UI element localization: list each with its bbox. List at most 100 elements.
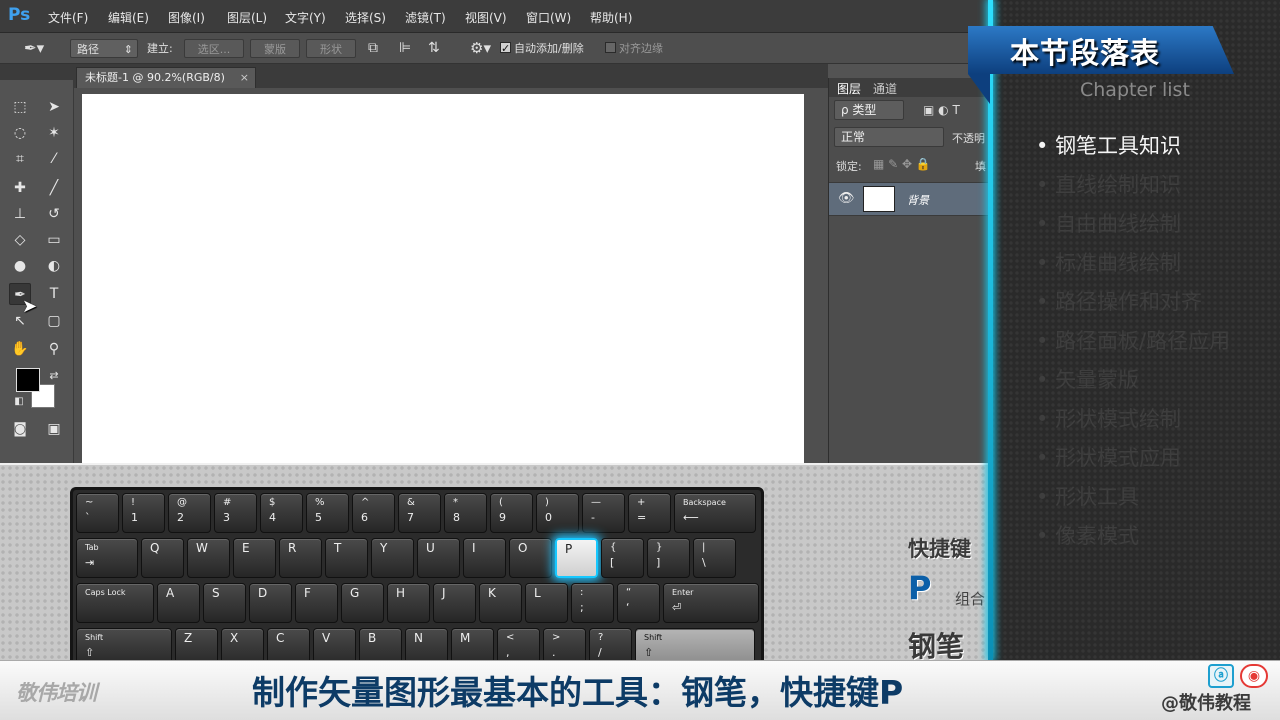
- key-u: U: [417, 538, 460, 578]
- align-edges-checkbox[interactable]: 对齐边缘: [605, 39, 663, 58]
- key-i: I: [463, 538, 506, 578]
- key-label: <: [506, 632, 515, 643]
- eye-icon[interactable]: 👁: [838, 191, 855, 206]
- key-sub-label: ⏎: [672, 601, 682, 614]
- rectangle-tool-icon[interactable]: ▢: [43, 310, 65, 332]
- key-sub-label: ‘: [626, 601, 630, 614]
- key-s: S: [203, 583, 246, 623]
- brush-tool-icon[interactable]: ╱: [43, 177, 65, 199]
- key-label: P: [565, 542, 573, 556]
- key-label: ?: [598, 632, 604, 643]
- move-tool-icon[interactable]: ➤: [43, 96, 65, 118]
- menu-image[interactable]: 图像(I): [168, 9, 205, 26]
- blend-mode-select[interactable]: 正常: [834, 127, 944, 147]
- auto-add-delete-label: 自动添加/删除: [514, 42, 584, 55]
- type-tool-icon[interactable]: T: [43, 283, 65, 305]
- keyboard-overlay: ~ `! 1 @2 #3 $4% 5 ^ 6 & 7 * 8(9) 0— - + = Backspace ⟵ Tab ⇥…: [0, 463, 990, 660]
- make-shape-button[interactable]: 形状: [306, 39, 356, 58]
- magic-wand-tool-icon[interactable]: ✶: [43, 122, 65, 144]
- gear-icon[interactable]: ⚙▾: [470, 39, 491, 58]
- tab-channels[interactable]: 通道: [873, 80, 897, 97]
- zoom-tool-icon[interactable]: ⚲: [43, 338, 65, 360]
- key-sub-label: 4: [269, 511, 276, 524]
- menu-view[interactable]: 视图(V): [465, 9, 507, 26]
- history-brush-tool-icon[interactable]: ↺: [43, 203, 65, 225]
- document-canvas[interactable]: [82, 94, 804, 466]
- key-label: K: [488, 586, 496, 600]
- key-label: W: [196, 541, 208, 555]
- menu-layer[interactable]: 图层(L): [227, 9, 267, 26]
- quick-mask-icon[interactable]: ◙: [9, 418, 31, 440]
- key-shift: Shift ⇧: [635, 628, 755, 660]
- healing-brush-tool-icon[interactable]: ✚: [9, 177, 31, 199]
- foreground-color-swatch[interactable]: [16, 368, 40, 392]
- key-label: Enter: [672, 588, 694, 597]
- tab-layers[interactable]: 图层: [837, 80, 861, 97]
- key-caps-lock: Caps Lock: [76, 583, 154, 623]
- filter-icons[interactable]: ▣ ◐ T: [923, 103, 960, 117]
- default-colors-icon[interactable]: ◧: [8, 391, 30, 413]
- key-*: * 8: [444, 493, 487, 533]
- key-p: P: [555, 538, 598, 578]
- key-label: Q: [150, 541, 160, 555]
- close-icon[interactable]: ×: [240, 68, 249, 88]
- gradient-tool-icon[interactable]: ▭: [43, 229, 65, 251]
- menu-edit[interactable]: 编辑(E): [108, 9, 149, 26]
- crop-tool-icon[interactable]: ⌗: [9, 148, 31, 170]
- pen-tool-preset-icon[interactable]: ✒▾: [24, 39, 44, 58]
- key-label: {: [610, 542, 617, 553]
- path-mode-value: 路径: [77, 43, 99, 56]
- key-c: C: [267, 628, 310, 660]
- key-label: F: [304, 586, 311, 600]
- key-sub-label: .: [552, 646, 556, 659]
- key-label: >: [552, 632, 561, 643]
- key-v: V: [313, 628, 356, 660]
- menu-window[interactable]: 窗口(W): [526, 9, 571, 26]
- menu-select[interactable]: 选择(S): [345, 9, 386, 26]
- marquee-tool-icon[interactable]: ⬚: [9, 96, 31, 118]
- key-label: Tab: [85, 543, 99, 552]
- eraser-tool-icon[interactable]: ◇: [9, 229, 31, 251]
- menu-filter[interactable]: 滤镜(T): [405, 9, 446, 26]
- path-arrangement-icon[interactable]: ⇅: [428, 39, 440, 58]
- chapter-title: 本节段落表: [1010, 36, 1161, 70]
- layers-panel-tabs: 图层 通道: [829, 78, 990, 97]
- menu-bar: Ps 文件(F) 编辑(E) 图像(I) 图层(L) 文字(Y) 选择(S) 滤…: [0, 0, 990, 33]
- menu-help[interactable]: 帮助(H): [590, 9, 632, 26]
- path-mode-select[interactable]: 路径 ⇕: [70, 39, 138, 58]
- path-operations-icon[interactable]: ⧉: [368, 39, 378, 58]
- make-mask-button[interactable]: 蒙版: [250, 39, 300, 58]
- key-l: L: [525, 583, 568, 623]
- make-selection-button[interactable]: 选区...: [184, 39, 244, 58]
- key-tab: Tab ⇥: [76, 538, 138, 578]
- document-tab[interactable]: 未标题-1 @ 90.2%(RGB/8) ×: [76, 67, 256, 88]
- layer-row-background[interactable]: 👁 背景: [829, 182, 990, 216]
- key-?: ? /: [589, 628, 632, 660]
- clone-stamp-tool-icon[interactable]: ⊥: [9, 203, 31, 225]
- key-o: O: [509, 538, 552, 578]
- eyedropper-tool-icon[interactable]: ⁄: [43, 148, 65, 170]
- key-|: | \: [693, 538, 736, 578]
- key-—: — -: [582, 493, 625, 533]
- blur-tool-icon[interactable]: ●: [9, 255, 31, 277]
- screen-mode-icon[interactable]: ▣: [43, 418, 65, 440]
- layer-filter-select[interactable]: ρ 类型: [834, 100, 904, 120]
- key-label: X: [230, 631, 239, 645]
- path-alignment-icon[interactable]: ⊫: [399, 39, 411, 58]
- menu-file[interactable]: 文件(F): [48, 9, 88, 26]
- dodge-tool-icon[interactable]: ◐: [43, 255, 65, 277]
- key-j: J: [433, 583, 476, 623]
- key-label: S: [212, 586, 220, 600]
- key-label: E: [242, 541, 250, 555]
- lock-icons[interactable]: ▦ ✎ ✥ 🔒: [873, 157, 931, 171]
- options-bar: ✒▾ 路径⇕ 建立: 选区... 蒙版 形状 ⧉ ⊫ ⇅ ⚙▾ 自动添加/删除 …: [0, 33, 990, 64]
- layer-name: 背景: [907, 194, 929, 207]
- menu-type[interactable]: 文字(Y): [285, 9, 326, 26]
- key-label: $: [269, 497, 276, 508]
- key-{: {[: [601, 538, 644, 578]
- hand-tool-icon[interactable]: ✋: [9, 338, 31, 360]
- lasso-tool-icon[interactable]: ◌: [9, 122, 31, 144]
- auto-add-delete-checkbox[interactable]: 自动添加/删除: [500, 39, 584, 58]
- key-sub-label: 3: [223, 511, 230, 524]
- key-label: ^: [361, 497, 370, 508]
